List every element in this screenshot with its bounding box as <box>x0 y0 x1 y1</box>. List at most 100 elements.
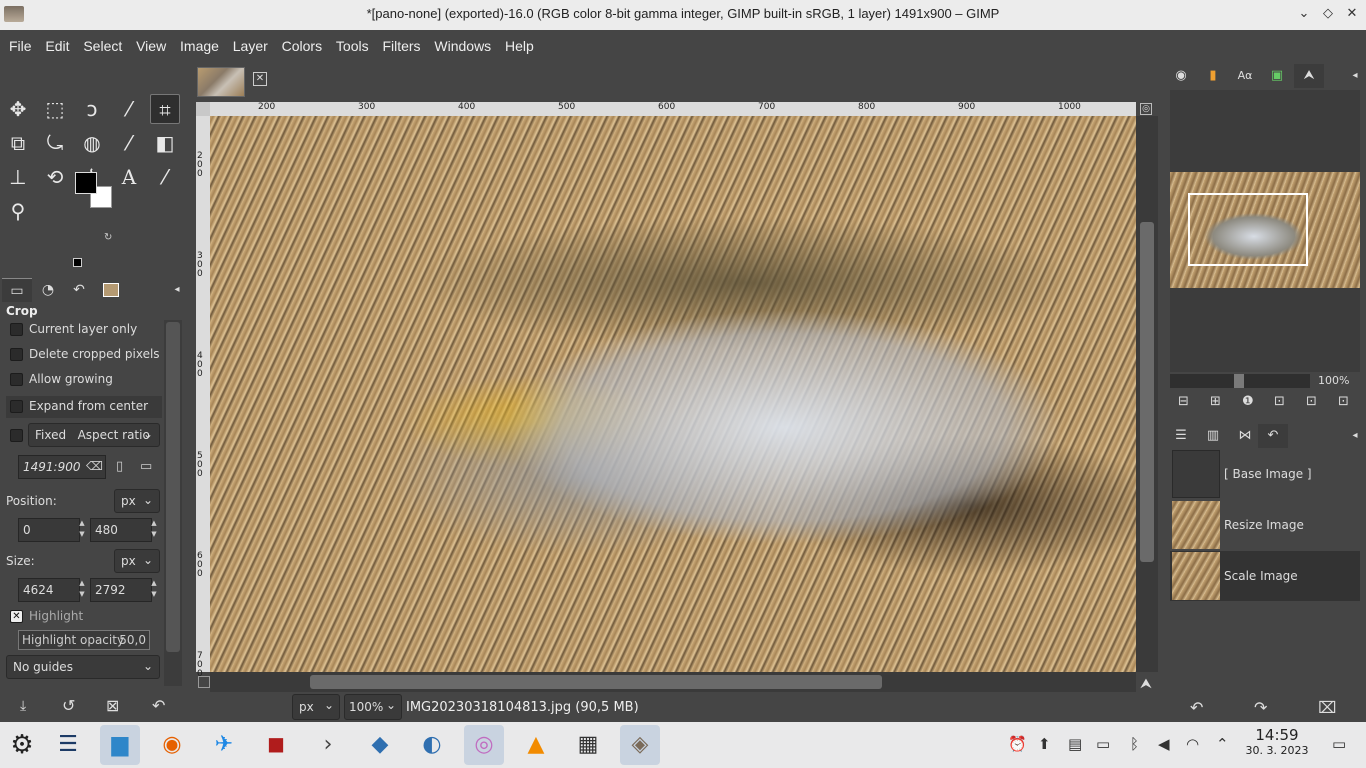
tool-options-tab-icon[interactable]: ▭ <box>2 278 32 302</box>
clear-history-icon[interactable]: ⌧ <box>1318 698 1336 717</box>
close-icon[interactable]: ✕ <box>1344 6 1360 22</box>
gimp-icon[interactable]: ◈ <box>620 725 660 765</box>
battery-icon[interactable]: ▭ <box>1096 735 1110 753</box>
fixed-checkbox[interactable] <box>6 425 28 447</box>
history-item[interactable]: [ Base Image ] <box>1170 449 1360 499</box>
swap-colors-icon[interactable]: ↻ <box>104 232 112 243</box>
horizontal-ruler[interactable]: 200 300 400 500 600 700 800 900 1000 <box>210 102 1136 116</box>
history-item[interactable]: Resize Image <box>1170 500 1360 550</box>
close-image-icon[interactable]: ✕ <box>253 72 267 86</box>
zoom-in-icon[interactable]: ⊞ <box>1210 394 1221 409</box>
maximize-icon[interactable]: ◇ <box>1320 6 1336 22</box>
disc-app-icon[interactable]: ◎ <box>464 725 504 765</box>
warp-icon[interactable]: ⤿ <box>40 128 70 158</box>
default-colors-icon[interactable] <box>73 258 82 267</box>
transform-icon[interactable]: ⧉ <box>3 128 33 158</box>
bucket-fill-icon[interactable]: ◍ <box>77 128 107 158</box>
fixed-mode-dropdown[interactable]: Fixed Aspect ratio ⌄ <box>28 423 160 447</box>
highlight-checkbox[interactable]: ✕ Highlight <box>6 606 162 628</box>
channels-tab-icon[interactable]: ▥ <box>1198 424 1228 448</box>
history-item[interactable]: Scale Image <box>1170 551 1360 601</box>
app-launcher-icon[interactable]: ⚙ <box>2 725 42 765</box>
menu-filters[interactable]: Filters <box>377 30 425 62</box>
menu-edit[interactable]: Edit <box>40 30 74 62</box>
position-y-input[interactable]: 480 <box>90 518 152 542</box>
undo-icon[interactable]: ↶ <box>1190 698 1203 717</box>
navigation-viewport[interactable] <box>1188 193 1308 266</box>
device-status-tab-icon[interactable]: ◔ <box>33 278 63 302</box>
navigate-icon[interactable]: ⮝ <box>1140 676 1156 692</box>
menu-colors[interactable]: Colors <box>277 30 327 62</box>
size-height-stepper[interactable]: ▲ ▼ <box>148 578 160 602</box>
save-preset-icon[interactable]: ⤓ <box>20 698 26 714</box>
dock-menu-icon[interactable]: ◂ <box>1340 424 1366 448</box>
system-settings-icon[interactable]: ☰ <box>48 725 88 765</box>
rect-select-icon[interactable]: ⬚ <box>40 94 70 124</box>
ruler-corner-icon[interactable] <box>196 102 210 116</box>
highlight-opacity-slider[interactable]: Highlight opacity 50,0 <box>18 630 150 650</box>
images-tab-icon[interactable] <box>96 278 126 302</box>
reset-icon[interactable]: ↶ <box>152 696 165 715</box>
delete-cropped-pixels-checkbox[interactable]: Delete cropped pixels <box>6 344 162 366</box>
undo-history-tab-icon[interactable]: ↶ <box>64 278 94 302</box>
expand-from-center-checkbox[interactable]: Expand from center <box>6 396 162 418</box>
filezilla-icon[interactable]: ◼ <box>256 725 296 765</box>
notifications-icon[interactable]: ⏰ <box>1008 735 1027 753</box>
menu-windows[interactable]: Windows <box>429 30 496 62</box>
calculator-icon[interactable]: ▦ <box>568 725 608 765</box>
browser-icon[interactable]: ✈ <box>204 725 244 765</box>
unit-dropdown[interactable]: px ⌄ <box>292 694 340 720</box>
undo-history-tab-icon[interactable]: ↶ <box>1258 424 1288 448</box>
firefox-icon[interactable]: ◉ <box>152 725 192 765</box>
text-icon[interactable]: A <box>114 162 144 192</box>
lasso-icon[interactable]: ↄ <box>77 94 107 124</box>
menu-view[interactable]: View <box>131 30 171 62</box>
quick-mask-icon[interactable] <box>198 676 210 688</box>
terminal-icon[interactable]: › <box>308 725 348 765</box>
move-icon[interactable]: ✥ <box>3 94 33 124</box>
clock[interactable]: 14:59 30. 3. 2023 <box>1242 726 1312 757</box>
fit-image-icon[interactable]: ⊡ <box>1274 394 1285 409</box>
eraser-icon[interactable]: ◧ <box>150 128 180 158</box>
menu-tools[interactable]: Tools <box>331 30 374 62</box>
images-tab-icon[interactable]: ▣ <box>1262 64 1292 88</box>
gradients-tab-icon[interactable]: ▮ <box>1198 64 1228 88</box>
volume-icon[interactable]: ◀ <box>1158 735 1170 753</box>
size-height-input[interactable]: 2792 <box>90 578 152 602</box>
tab-menu-icon[interactable]: ◂ <box>162 278 192 302</box>
redo-icon[interactable]: ↷ <box>1254 698 1267 717</box>
fuzzy-select-icon[interactable]: ⁄ <box>114 94 144 124</box>
menu-image[interactable]: Image <box>175 30 224 62</box>
size-unit-dropdown[interactable]: px ⌄ <box>114 549 160 573</box>
crop-icon[interactable]: ⌗ <box>150 94 180 124</box>
zoom-100-icon[interactable]: ❶ <box>1242 394 1254 409</box>
globe-app-icon[interactable]: ◐ <box>412 725 452 765</box>
zoom-out-icon[interactable]: ⊟ <box>1178 394 1189 409</box>
allow-growing-checkbox[interactable]: Allow growing <box>6 369 162 391</box>
image-canvas[interactable] <box>210 116 1136 672</box>
foreground-color-swatch[interactable] <box>75 172 97 194</box>
position-unit-dropdown[interactable]: px ⌄ <box>114 489 160 513</box>
menu-select[interactable]: Select <box>78 30 127 62</box>
paintbrush-icon[interactable]: ⁄ <box>114 128 144 158</box>
fonts-tab-icon[interactable]: Aα <box>1230 64 1260 88</box>
minimize-icon[interactable]: ⌄ <box>1296 6 1312 22</box>
dock-menu-icon[interactable]: ◂ <box>1340 64 1366 88</box>
layers-tab-icon[interactable]: ☰ <box>1166 424 1196 448</box>
delete-preset-icon[interactable]: ⊠ <box>106 696 119 715</box>
tool-options-scroll-thumb[interactable] <box>166 322 180 652</box>
brushes-tab-icon[interactable]: ◉ <box>1166 64 1196 88</box>
zoom-slider-handle[interactable] <box>1234 374 1244 388</box>
smudge-icon[interactable]: ⟲ <box>40 162 70 192</box>
size-width-stepper[interactable]: ▲ ▼ <box>76 578 88 602</box>
vertical-scroll-thumb[interactable] <box>1140 222 1154 562</box>
current-layer-only-checkbox[interactable]: Current layer only <box>6 319 162 341</box>
landscape-icon[interactable]: ▭ <box>140 459 152 474</box>
wifi-icon[interactable]: ◠ <box>1186 735 1199 753</box>
shrink-wrap-icon[interactable]: ⊡ <box>1338 394 1349 409</box>
zoom-dropdown[interactable]: 100% ⌄ <box>344 694 402 720</box>
position-y-stepper[interactable]: ▲ ▼ <box>148 518 160 542</box>
portrait-icon[interactable]: ▯ <box>116 459 123 474</box>
show-desktop-icon[interactable]: ▭ <box>1332 735 1346 753</box>
clipboard-icon[interactable]: ▤ <box>1068 735 1082 753</box>
